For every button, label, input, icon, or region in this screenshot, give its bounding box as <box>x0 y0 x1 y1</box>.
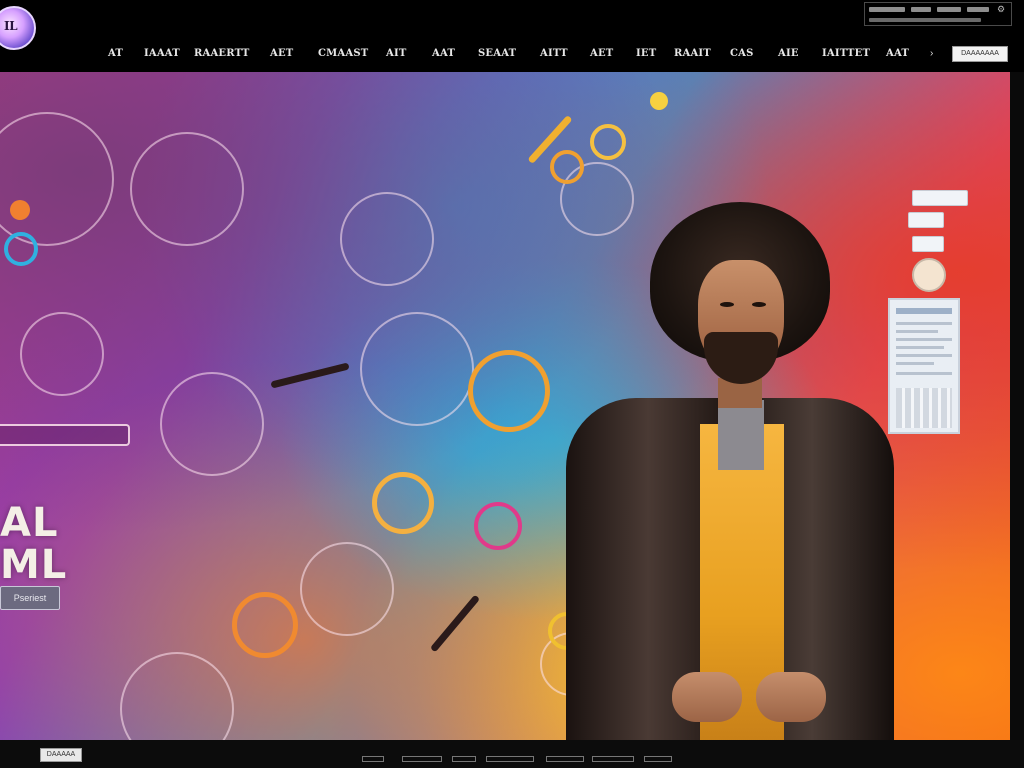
nav-item[interactable]: IAAAT <box>144 48 180 59</box>
person-eye <box>752 302 766 307</box>
floating-badge <box>912 236 944 252</box>
main-nav: AT IAAAT RAAERTT AET CMAAST AIT AAT SEAA… <box>0 48 1024 64</box>
person-shirt <box>718 400 764 470</box>
hero-button[interactable]: Pseriest <box>0 586 60 610</box>
card-line <box>896 330 938 333</box>
floating-badge <box>908 212 944 228</box>
nav-item[interactable]: RAAERTT <box>194 48 250 59</box>
dot-ornament <box>10 200 30 220</box>
tool-ornament <box>270 362 350 389</box>
gear-ornament <box>160 372 264 476</box>
footer-link[interactable] <box>546 756 584 762</box>
floating-badge <box>912 190 968 206</box>
ring-ornament <box>372 472 434 534</box>
card-calendar-grid <box>896 388 952 428</box>
hero-heading: AL ML <box>0 500 68 588</box>
nav-item[interactable]: IET <box>636 48 656 59</box>
right-edge-strip <box>1010 72 1024 740</box>
utility-link[interactable] <box>869 18 981 22</box>
nav-cta-button[interactable]: DAAAAAAA <box>952 46 1008 62</box>
nav-item[interactable]: AET <box>270 48 293 59</box>
dot-ornament <box>650 92 668 110</box>
nav-item[interactable]: CAS <box>730 48 754 59</box>
utility-link[interactable] <box>937 7 961 12</box>
nav-item[interactable]: SEAAT <box>478 48 516 59</box>
nav-item[interactable]: CMAAST <box>318 48 368 59</box>
hero-person-figure <box>560 202 900 740</box>
person-hand <box>756 672 826 722</box>
person-eye <box>720 302 734 307</box>
person-beard <box>704 332 778 384</box>
card-line <box>896 322 952 325</box>
ring-ornament <box>468 350 550 432</box>
gear-ornament <box>300 542 394 636</box>
ring-ornament <box>590 124 626 160</box>
top-utility-bar[interactable]: ⚙ <box>864 2 1012 26</box>
settings-icon[interactable]: ⚙ <box>997 4 1005 15</box>
nav-item[interactable]: AIT <box>386 48 406 59</box>
footer-link[interactable] <box>644 756 672 762</box>
ring-ornament <box>232 592 298 658</box>
card-line <box>896 346 944 349</box>
utility-link[interactable] <box>967 7 989 12</box>
left-banner-panel <box>0 424 130 446</box>
site-header: IL ⚙ AT IAAAT RAAERTT AET CMAAST AIT AAT… <box>0 0 1024 72</box>
footer-link[interactable] <box>592 756 634 762</box>
card-line <box>896 354 952 357</box>
nav-item[interactable]: AAT <box>886 48 909 59</box>
footer-link[interactable] <box>486 756 534 762</box>
nav-item[interactable]: AAT <box>432 48 455 59</box>
nav-item[interactable]: AITT <box>540 48 568 59</box>
nav-item[interactable]: AT <box>108 48 123 59</box>
gear-ornament <box>130 132 244 246</box>
gear-ornament <box>0 112 114 246</box>
footer-links <box>0 756 1024 766</box>
nav-item[interactable]: AET <box>590 48 613 59</box>
chevron-icon[interactable]: › <box>930 48 933 59</box>
footer-link[interactable] <box>452 756 476 762</box>
tool-ornament <box>429 594 481 653</box>
ring-ornament <box>4 232 38 266</box>
card-line <box>896 362 934 365</box>
utility-link[interactable] <box>869 7 905 12</box>
floating-badge <box>912 258 946 292</box>
gear-ornament <box>360 312 474 426</box>
card-line <box>896 338 952 341</box>
hero-artwork: AL ML Pseriest <box>0 72 1010 740</box>
gear-ornament <box>120 652 234 740</box>
ring-ornament <box>474 502 522 550</box>
nav-item[interactable]: RAAIT <box>674 48 711 59</box>
logo-text: IL <box>4 19 18 33</box>
ring-ornament <box>550 150 584 184</box>
footer-link[interactable] <box>362 756 384 762</box>
footer-link[interactable] <box>402 756 442 762</box>
card-title-bar <box>896 308 952 314</box>
person-hand <box>672 672 742 722</box>
nav-item[interactable]: AIE <box>778 48 799 59</box>
gear-ornament <box>20 312 104 396</box>
utility-link[interactable] <box>911 7 931 12</box>
site-logo[interactable]: IL <box>0 6 36 50</box>
card-line <box>896 372 952 375</box>
nav-item[interactable]: IAITTET <box>822 48 870 59</box>
gear-ornament <box>340 192 434 286</box>
